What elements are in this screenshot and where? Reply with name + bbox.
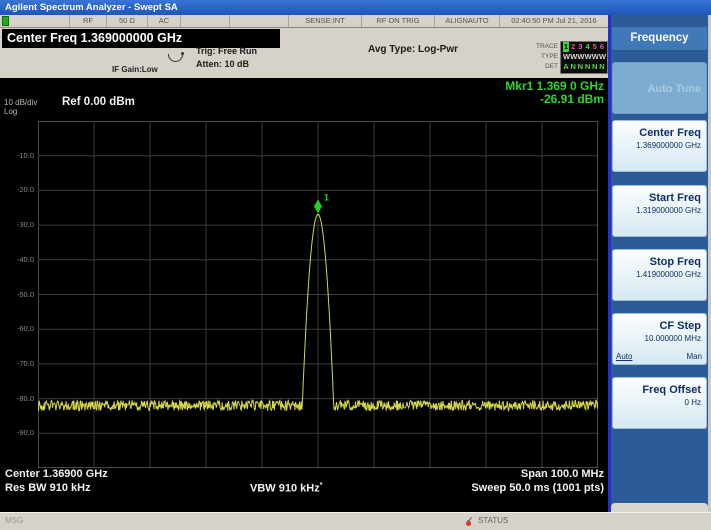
status-cell: 50 Ω — [107, 15, 148, 27]
trace-legend: TRACETYPEDET 123456WWWWWWANNNNN — [524, 41, 608, 74]
y-axis-label: -50.0 — [4, 290, 34, 299]
status-alert-icon: ✓ — [466, 515, 476, 526]
softkey-auto-tune[interactable]: Auto Tune — [612, 62, 707, 114]
ref-level-annotation: Ref 0.00 dBm — [62, 96, 135, 108]
y-axis-label: -80.0 — [4, 394, 34, 403]
status-indicator[interactable]: ✓ STATUS — [466, 515, 508, 526]
status-cell: RF — [70, 15, 107, 27]
softkey-start-freq[interactable]: Start Freq 1.319000000 GHz — [612, 185, 707, 237]
legend-row-values: 123456 — [563, 42, 605, 52]
status-cell: ALIGNAUTO — [435, 15, 500, 27]
window-title: Agilent Spectrum Analyzer - Swept SA — [0, 0, 711, 15]
y-axis-label: -90.0 — [4, 428, 34, 437]
trace-legend-labels: TRACETYPEDET — [524, 41, 560, 74]
y-axis-label: -60.0 — [4, 324, 34, 333]
avg-type-label: Avg Type: Log-Pwr — [368, 44, 458, 55]
msg-indicator: MSG — [5, 516, 23, 525]
legend-row-values: ANNNNN — [563, 62, 605, 72]
status-strip: RF50 ΩAC SENSE:INTRF ON TRIGALIGNAUTO02:4… — [0, 15, 608, 28]
spectrum-analyzer-window: Agilent Spectrum Analyzer - Swept SA RF5… — [0, 0, 711, 530]
bottom-status-bar: MSG ✓ STATUS — [0, 512, 711, 530]
softkey-stop-freq[interactable]: Stop Freq 1.419000000 GHz — [612, 249, 707, 301]
status-cell — [11, 15, 70, 27]
status-cell — [181, 15, 230, 27]
y-axis-label: -10.0 — [4, 151, 34, 160]
y-axis-label: -40.0 — [4, 255, 34, 264]
y-axis-label: -20.0 — [4, 185, 34, 194]
legend-row-label: TRACE — [524, 41, 558, 51]
rbw-annotation: Res BW 910 kHz — [5, 482, 91, 494]
scale-per-div: 10 dB/div — [4, 98, 37, 107]
softkey-freq-offset[interactable]: Freq Offset 0 Hz — [612, 377, 707, 429]
softkey-panel: Frequency Auto Tune Center Freq 1.369000… — [608, 15, 711, 512]
status-cell: AC — [148, 15, 181, 27]
cf-step-toggle: Auto Man — [616, 352, 702, 361]
atten-label: Atten: 10 dB — [196, 59, 249, 69]
marker-number: 1 — [324, 192, 329, 202]
menu-title: Frequency — [612, 27, 707, 50]
vbw-annotation: VBW 910 kHz* — [250, 482, 322, 495]
marker-diamond — [314, 199, 322, 213]
coupling-icon — [168, 54, 183, 62]
legend-row-label: TYPE — [524, 51, 558, 61]
if-gain-label: IF Gain:Low — [112, 65, 158, 74]
status-cell: SENSE:INT — [289, 15, 362, 27]
spectrum-plot: 1 — [38, 121, 598, 468]
sweep-annotation: Sweep 50.0 ms (1001 pts) — [471, 482, 604, 494]
y-axis-label: -70.0 — [4, 359, 34, 368]
legend-row-label: DET — [524, 61, 558, 71]
local-lock-indicator — [2, 16, 9, 26]
legend-row-values: WWWWWW — [563, 52, 605, 62]
scale-annotation: 10 dB/div Log — [4, 98, 37, 116]
softkey-cf-step[interactable]: CF Step 10.000000 MHz Auto Man — [612, 313, 707, 365]
cf-step-man[interactable]: Man — [686, 352, 702, 361]
marker-level: -26.91 dBm — [505, 93, 604, 106]
marker-readout: Mkr1 1.369 0 GHz -26.91 dBm — [505, 80, 604, 106]
status-cell — [230, 15, 289, 27]
vbw-uncoupled-flag: * — [320, 482, 323, 489]
cf-step-auto[interactable]: Auto — [616, 352, 632, 361]
status-label: STATUS — [478, 516, 508, 525]
trace-legend-values: 123456WWWWWWANNNNN — [560, 41, 608, 74]
y-axis-label: -30.0 — [4, 220, 34, 229]
softkey-center-freq[interactable]: Center Freq 1.369000000 GHz — [612, 120, 707, 172]
status-cell: RF ON TRIG — [362, 15, 435, 27]
status-strip-cells: RF50 ΩAC SENSE:INTRF ON TRIGALIGNAUTO02:4… — [11, 15, 608, 27]
span-annotation: Span 100.0 MHz — [521, 468, 604, 480]
center-annotation: Center 1.36900 GHz — [5, 468, 108, 480]
status-cell: 02:40:50 PM Jul 21, 2016 — [500, 15, 608, 27]
trigger-label: Trig: Free Run — [196, 46, 257, 56]
measurement-bar: Center Freq 1.369000000 GHz IF Gain:Low … — [0, 28, 608, 78]
scale-type: Log — [4, 107, 37, 116]
